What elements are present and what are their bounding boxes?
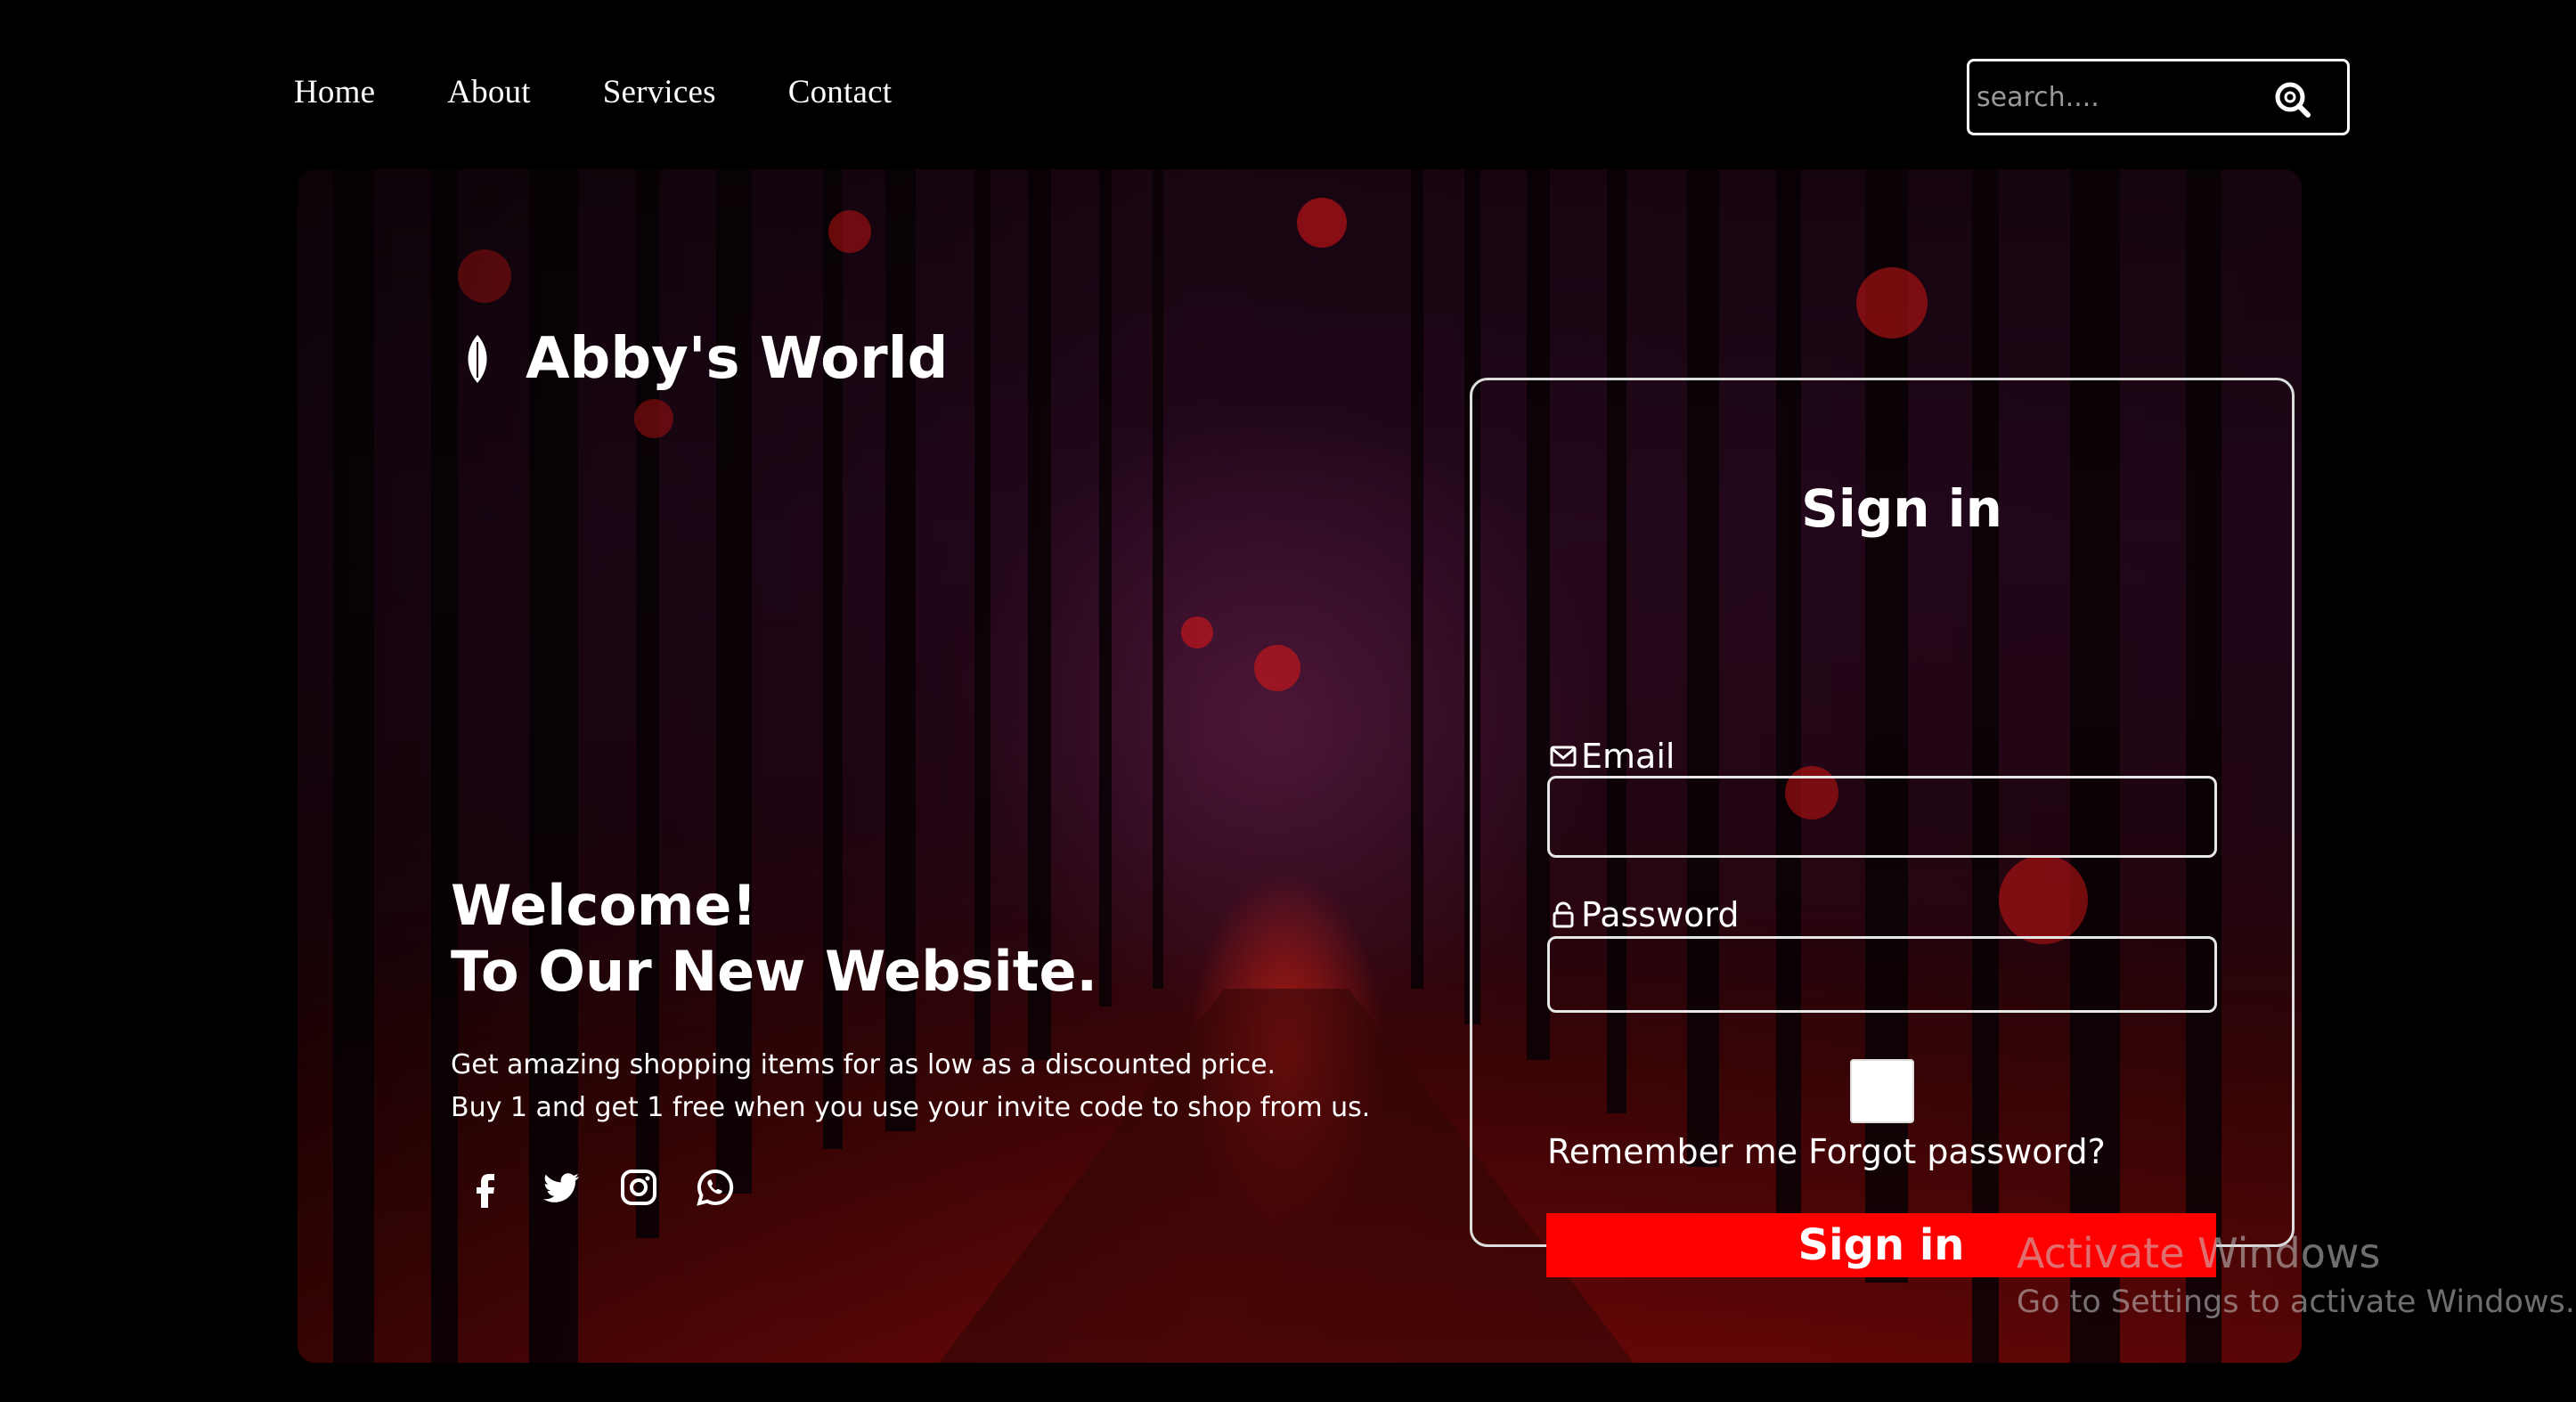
nav-link-contact[interactable]: Contact xyxy=(788,73,892,111)
activate-windows-subtitle: Go to Settings to activate Windows. xyxy=(2017,1284,2575,1320)
description-line-1: Get amazing shopping items for as low as… xyxy=(451,1049,1276,1080)
instagram-icon[interactable] xyxy=(618,1167,659,1208)
password-label-text: Password xyxy=(1581,895,1740,934)
envelope-icon xyxy=(1550,746,1577,767)
search-input[interactable] xyxy=(1977,81,2262,113)
activate-windows-title: Activate Windows xyxy=(2017,1229,2381,1277)
whatsapp-icon[interactable] xyxy=(695,1167,736,1208)
leaf-icon xyxy=(468,335,487,383)
social-links xyxy=(465,1167,736,1208)
email-field[interactable] xyxy=(1547,776,2217,858)
signin-card: Sign in Email Password Remember me Forgo… xyxy=(1470,378,2295,1247)
welcome-line-1: Welcome! xyxy=(451,873,757,938)
welcome-line-2: To Our New Website. xyxy=(451,939,1098,1004)
brand-name: Abby's World xyxy=(526,326,949,392)
welcome-heading: Welcome! To Our New Website. xyxy=(451,873,1097,1005)
nav-link-services[interactable]: Services xyxy=(603,73,716,111)
remember-me-checkbox[interactable] xyxy=(1850,1059,1914,1123)
description-line-2: Buy 1 and get 1 free when you use your i… xyxy=(451,1092,1371,1123)
search-box xyxy=(1967,59,2350,135)
twitter-icon[interactable] xyxy=(542,1167,583,1208)
signin-title: Sign in xyxy=(1801,478,2002,539)
password-field[interactable] xyxy=(1547,936,2217,1013)
nav-link-home[interactable]: Home xyxy=(294,73,375,111)
password-label: Password xyxy=(1549,895,1740,934)
search-icon[interactable] xyxy=(2272,79,2311,118)
facebook-icon[interactable] xyxy=(465,1167,506,1208)
brand-logo[interactable]: Abby's World xyxy=(463,326,948,392)
lock-icon xyxy=(1553,901,1574,928)
email-label: Email xyxy=(1549,737,1675,776)
email-label-text: Email xyxy=(1581,737,1675,776)
remember-forgot-text[interactable]: Remember me Forgot password? xyxy=(1547,1132,2106,1171)
hero-description: Get amazing shopping items for as low as… xyxy=(451,1044,1370,1129)
nav-link-about[interactable]: About xyxy=(447,73,531,111)
top-nav: Home About Services Contact xyxy=(294,73,964,111)
